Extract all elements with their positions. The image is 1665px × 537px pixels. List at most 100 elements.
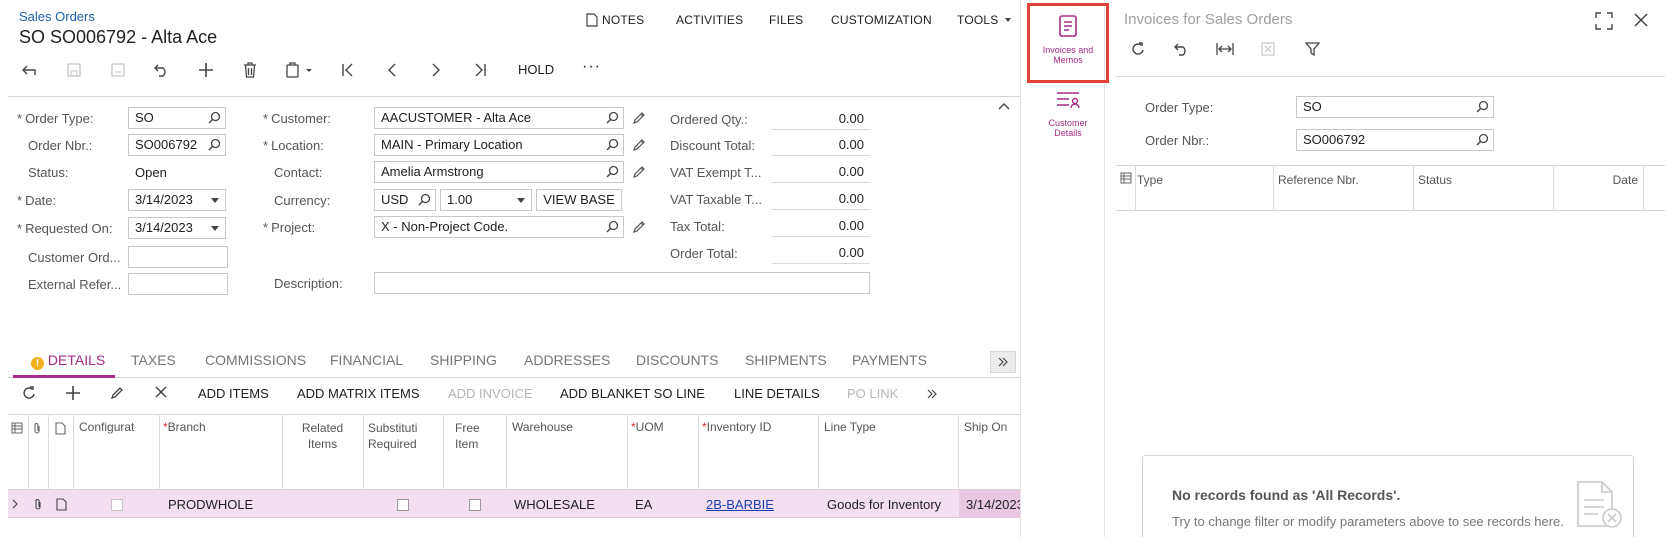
col-date[interactable]: Date xyxy=(1600,173,1638,187)
refresh-icon[interactable] xyxy=(22,386,37,401)
attachment-icon[interactable] xyxy=(33,498,43,511)
dropdown-arrow-icon[interactable] xyxy=(211,198,219,203)
back-icon[interactable] xyxy=(18,58,42,82)
add-icon[interactable] xyxy=(194,58,218,82)
col-configurat[interactable]: Configurat xyxy=(79,420,134,434)
save-icon[interactable] xyxy=(62,58,86,82)
search-icon[interactable] xyxy=(418,193,431,206)
date-field[interactable]: 3/14/2023 xyxy=(128,189,226,211)
add-matrix-items-button[interactable]: ADD MATRIX ITEMS xyxy=(297,386,420,401)
col-reference-nbr[interactable]: Reference Nbr. xyxy=(1278,173,1359,187)
delete-icon[interactable] xyxy=(238,58,262,82)
edit-row-icon[interactable] xyxy=(110,386,124,400)
configurator-checkbox[interactable] xyxy=(111,499,123,511)
hold-button[interactable]: HOLD xyxy=(518,62,554,77)
undo-icon[interactable] xyxy=(150,58,174,82)
last-record-icon[interactable] xyxy=(468,58,492,82)
customer-field[interactable]: AACUSTOMER - Alta Ace xyxy=(374,107,624,129)
col-ship-on[interactable]: Ship On xyxy=(964,420,1007,434)
refresh-icon[interactable] xyxy=(1131,42,1146,57)
cell-uom[interactable]: EA xyxy=(635,497,652,512)
copy-paste-icon[interactable] xyxy=(282,58,318,82)
cell-warehouse[interactable]: WHOLESALE xyxy=(514,497,595,512)
customization-menu[interactable]: CUSTOMIZATION xyxy=(831,13,932,27)
excel-export-icon[interactable] xyxy=(1261,42,1275,56)
tab-shipments[interactable]: SHIPMENTS xyxy=(745,352,827,368)
col-free-item[interactable]: Free Item xyxy=(455,420,480,452)
edit-project-icon[interactable] xyxy=(632,220,646,234)
search-icon[interactable] xyxy=(606,165,619,178)
search-icon[interactable] xyxy=(208,138,221,151)
tab-shipping[interactable]: SHIPPING xyxy=(430,352,497,368)
col-status[interactable]: Status xyxy=(1418,173,1452,187)
search-icon[interactable] xyxy=(606,220,619,233)
col-branch[interactable]: *Branch xyxy=(163,420,206,434)
notes-menu[interactable]: NOTES xyxy=(586,13,644,27)
contact-field[interactable]: Amelia Armstrong xyxy=(374,161,624,183)
search-icon[interactable] xyxy=(208,111,221,124)
tab-financial[interactable]: FINANCIAL xyxy=(330,352,403,368)
filter-icon[interactable] xyxy=(1305,42,1320,56)
tools-menu[interactable]: TOOLS xyxy=(957,13,1012,27)
tab-taxes[interactable]: TAXES xyxy=(131,352,176,368)
note-icon[interactable] xyxy=(56,498,67,511)
cell-ship-on[interactable]: 3/14/2023 xyxy=(966,497,1020,512)
customer-details-button[interactable]: Customer Details xyxy=(1032,90,1104,150)
currency-field[interactable]: USD xyxy=(374,189,436,211)
col-type[interactable]: Type xyxy=(1137,173,1163,187)
column-settings-icon[interactable] xyxy=(11,422,23,434)
add-blanket-so-line-button[interactable]: ADD BLANKET SO LINE xyxy=(560,386,705,401)
search-icon[interactable] xyxy=(606,138,619,151)
order-type-field[interactable]: SO xyxy=(128,107,226,129)
more-toolbar-icon[interactable] xyxy=(926,389,938,399)
files-menu[interactable]: FILES xyxy=(769,13,803,27)
project-field[interactable]: X - Non-Project Code. xyxy=(374,216,624,238)
activities-menu[interactable]: ACTIVITIES xyxy=(676,13,743,27)
requested-on-field[interactable]: 3/14/2023 xyxy=(128,217,226,239)
next-record-icon[interactable] xyxy=(424,58,448,82)
search-icon[interactable] xyxy=(606,111,619,124)
col-uom[interactable]: *UOM xyxy=(631,420,664,434)
invoices-and-memos-button[interactable]: $ Invoices andMemos xyxy=(1032,8,1104,78)
col-inventory-id[interactable]: *Inventory ID xyxy=(702,420,771,434)
col-warehouse[interactable]: Warehouse xyxy=(512,420,573,434)
panel-order-type-field[interactable]: SO xyxy=(1296,96,1494,118)
dropdown-arrow-icon[interactable] xyxy=(517,198,525,203)
col-substitution-required[interactable]: Substituti Required xyxy=(368,420,417,452)
breadcrumb-sales-orders[interactable]: Sales Orders xyxy=(19,9,95,24)
tab-addresses[interactable]: ADDRESSES xyxy=(524,352,610,368)
po-link-button[interactable]: PO LINK xyxy=(847,386,898,401)
delete-row-icon[interactable] xyxy=(155,386,167,398)
edit-contact-icon[interactable] xyxy=(632,165,646,179)
external-ref-field[interactable] xyxy=(128,273,228,295)
add-row-icon[interactable] xyxy=(66,386,80,400)
more-actions-button[interactable]: ··· xyxy=(582,58,601,76)
customer-order-field[interactable] xyxy=(128,246,228,268)
line-details-button[interactable]: LINE DETAILS xyxy=(734,386,820,401)
tab-payments[interactable]: PAYMENTS xyxy=(852,352,927,368)
col-line-type[interactable]: Line Type xyxy=(824,420,876,434)
first-record-icon[interactable] xyxy=(336,58,360,82)
close-icon[interactable] xyxy=(1634,13,1648,27)
fit-width-icon[interactable] xyxy=(1216,42,1234,56)
cell-branch[interactable]: PRODWHOLE xyxy=(168,497,253,512)
currency-rate-field[interactable]: 1.00 xyxy=(440,189,532,211)
tab-details[interactable]: ! DETAILS xyxy=(31,352,105,370)
substitution-required-checkbox[interactable] xyxy=(397,499,409,511)
description-field[interactable] xyxy=(374,272,870,294)
row-expand-icon[interactable] xyxy=(12,499,18,509)
save-close-icon[interactable] xyxy=(106,58,130,82)
expand-icon[interactable] xyxy=(1595,12,1613,30)
tab-discounts[interactable]: DISCOUNTS xyxy=(636,352,718,368)
add-invoice-button[interactable]: ADD INVOICE xyxy=(448,386,533,401)
undo-icon[interactable] xyxy=(1174,42,1190,56)
tab-commissions[interactable]: COMMISSIONS xyxy=(205,352,306,368)
free-item-checkbox[interactable] xyxy=(469,499,481,511)
panel-order-nbr-field[interactable]: SO006792 xyxy=(1296,129,1494,151)
edit-customer-icon[interactable] xyxy=(632,111,646,125)
add-items-button[interactable]: ADD ITEMS xyxy=(198,386,269,401)
search-icon[interactable] xyxy=(1476,100,1489,113)
order-nbr-field[interactable]: SO006792 xyxy=(128,134,226,156)
column-settings-icon[interactable] xyxy=(1120,172,1132,184)
previous-record-icon[interactable] xyxy=(380,58,404,82)
